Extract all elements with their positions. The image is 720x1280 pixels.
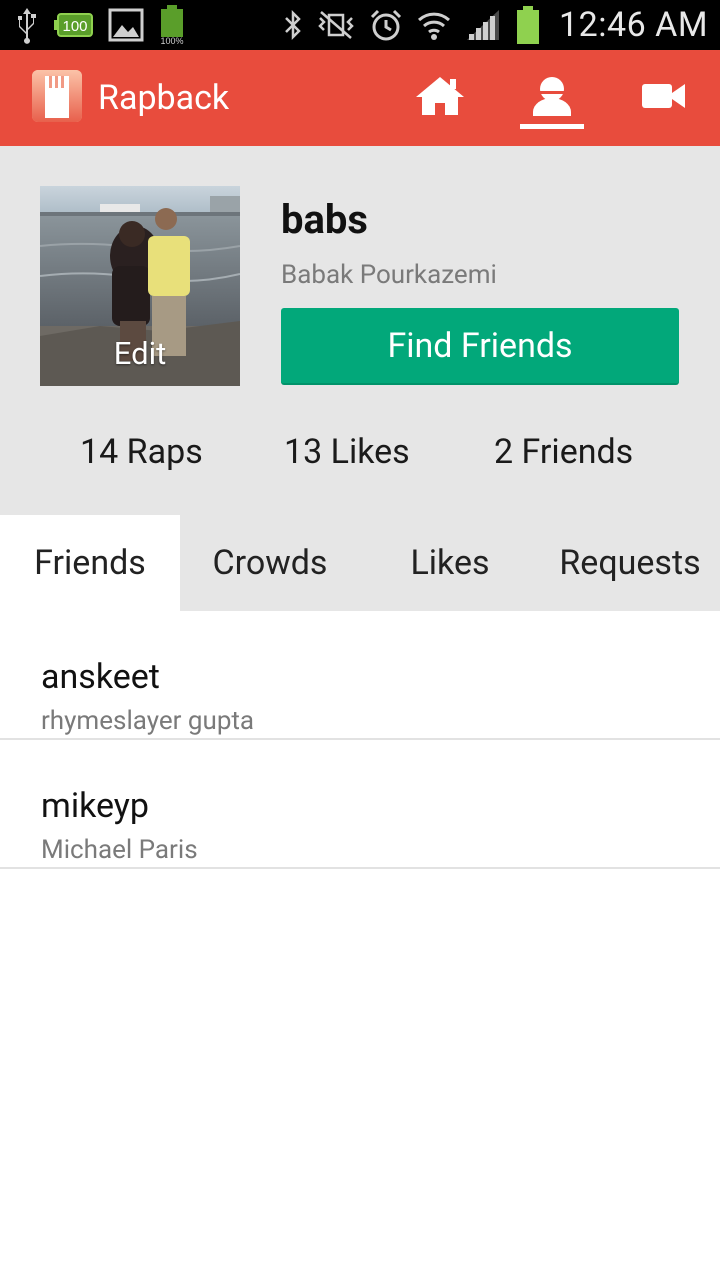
tab-crowds[interactable]: Crowds bbox=[180, 515, 360, 611]
avatar[interactable]: Edit bbox=[40, 186, 240, 386]
list-item[interactable]: mikeyp Michael Paris bbox=[0, 740, 720, 869]
tab-likes[interactable]: Likes bbox=[360, 515, 540, 611]
vibrate-icon bbox=[317, 10, 355, 40]
gallery-icon bbox=[108, 8, 144, 42]
profile-icon bbox=[529, 76, 575, 120]
bluetooth-icon bbox=[283, 9, 303, 41]
friend-handle: mikeyp bbox=[41, 786, 149, 826]
nav-profile-button[interactable] bbox=[507, 50, 597, 146]
tab-requests[interactable]: Requests bbox=[540, 515, 720, 611]
svg-text:100: 100 bbox=[62, 18, 87, 35]
wifi-icon bbox=[417, 8, 451, 42]
nav-active-indicator bbox=[520, 124, 584, 129]
friend-name: Michael Paris bbox=[41, 835, 198, 865]
friend-handle: anskeet bbox=[41, 657, 160, 697]
status-bar-right: 12:46 AM bbox=[283, 4, 708, 46]
app-title: Rapback bbox=[98, 78, 230, 118]
battery-saver-icon: 100 bbox=[54, 12, 94, 38]
nav-video-button[interactable] bbox=[619, 50, 709, 146]
stat-likes[interactable]: 13 Likes bbox=[284, 432, 410, 472]
app-bar: Rapback bbox=[0, 50, 720, 146]
stat-friends[interactable]: 2 Friends bbox=[494, 432, 633, 472]
signal-icon bbox=[465, 8, 501, 42]
home-icon bbox=[415, 76, 465, 120]
video-camera-icon bbox=[642, 83, 686, 113]
friends-list: anskeet rhymeslayer gupta mikeyp Michael… bbox=[0, 611, 720, 869]
usb-icon bbox=[14, 6, 40, 44]
nav-home-button[interactable] bbox=[395, 50, 485, 146]
alarm-icon bbox=[369, 8, 403, 42]
status-bar-left: 100 100% bbox=[14, 5, 188, 45]
stat-raps[interactable]: 14 Raps bbox=[80, 432, 203, 472]
find-friends-button[interactable]: Find Friends bbox=[281, 308, 679, 385]
tab-friends[interactable]: Friends bbox=[0, 515, 180, 611]
rapback-logo-icon bbox=[32, 70, 82, 122]
profile-tabs: Friends Crowds Likes Requests bbox=[0, 515, 720, 611]
battery-charging-icon bbox=[515, 6, 541, 44]
list-item[interactable]: anskeet rhymeslayer gupta bbox=[0, 611, 720, 740]
avatar-edit-label[interactable]: Edit bbox=[40, 335, 240, 372]
friend-name: rhymeslayer gupta bbox=[41, 706, 255, 736]
status-bar: 100 100% 12:46 AM bbox=[0, 0, 720, 50]
battery-icon: 100% bbox=[158, 5, 188, 45]
svg-text:100%: 100% bbox=[160, 36, 183, 45]
profile-header: Edit babs Babak Pourkazemi Find Friends … bbox=[0, 146, 720, 515]
status-time: 12:46 AM bbox=[559, 5, 708, 45]
profile-username: babs bbox=[281, 196, 368, 243]
profile-full-name: Babak Pourkazemi bbox=[281, 260, 497, 290]
